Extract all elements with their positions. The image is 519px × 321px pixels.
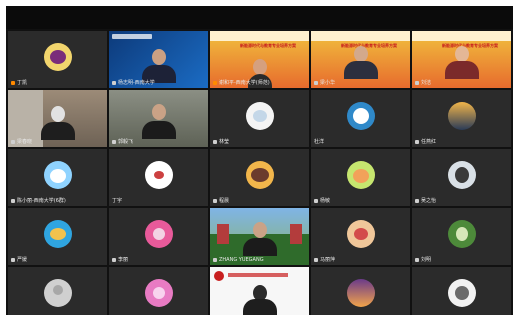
participant-avatar bbox=[144, 219, 173, 248]
participant-avatar bbox=[447, 219, 476, 248]
participant-name: 陈小丽-西南大学(6群) bbox=[11, 198, 66, 204]
participant-name: 刘洁 bbox=[415, 80, 431, 86]
participant-tile[interactable]: 杨志明-西南大学 bbox=[109, 31, 208, 88]
participant-avatar bbox=[346, 278, 375, 307]
participant-avatar bbox=[447, 278, 476, 307]
participant-tile[interactable] bbox=[109, 267, 208, 315]
participant-name: 杨敏 bbox=[314, 198, 330, 204]
mic-icon bbox=[314, 80, 318, 85]
participant-name: 郭毅飞 bbox=[112, 139, 133, 145]
participant-tile[interactable]: 陈小丽-西南大学(6群) bbox=[8, 149, 107, 206]
participant-name: 丁宇 bbox=[112, 198, 123, 204]
participant-avatar bbox=[447, 160, 476, 189]
participant-avatar bbox=[144, 278, 173, 307]
participant-tile[interactable]: 林莹 bbox=[210, 90, 309, 147]
mic-icon bbox=[314, 257, 318, 262]
participant-tile[interactable]: 丁宇 bbox=[109, 149, 208, 206]
mic-icon bbox=[112, 139, 116, 144]
mic-icon bbox=[415, 257, 419, 262]
participant-name: 丁凯 bbox=[11, 80, 27, 86]
mic-icon bbox=[415, 198, 419, 203]
mic-icon bbox=[213, 257, 217, 262]
participant-tile[interactable]: 杜洋 bbox=[311, 90, 410, 147]
mic-icon bbox=[112, 80, 116, 85]
participant-tile[interactable]: ZHANG YUEGANG bbox=[210, 208, 309, 265]
participant-tile[interactable] bbox=[412, 267, 511, 315]
top-toolbar bbox=[6, 6, 513, 29]
participant-tile[interactable]: 程晨 bbox=[210, 149, 309, 206]
participant-name: 梁小华 bbox=[314, 80, 335, 86]
participant-tile[interactable] bbox=[210, 267, 309, 315]
participant-grid: 丁凯 杨志明-西南大学 新能源时代与教育专业培养方案 谢和平-西南大学(师范) … bbox=[8, 31, 512, 315]
participant-avatar bbox=[346, 101, 375, 130]
mic-icon bbox=[213, 198, 217, 203]
participant-avatar bbox=[43, 278, 72, 307]
mic-icon bbox=[213, 80, 217, 85]
participant-name: 谢和平-西南大学(师范) bbox=[213, 80, 270, 86]
meeting-window: 丁凯 杨志明-西南大学 新能源时代与教育专业培养方案 谢和平-西南大学(师范) … bbox=[6, 6, 513, 315]
participant-avatar bbox=[144, 160, 173, 189]
mic-icon bbox=[415, 80, 419, 85]
participant-avatar bbox=[43, 219, 72, 248]
participant-avatar bbox=[245, 101, 274, 130]
participant-tile[interactable]: 新能源时代与教育专业培养方案 梁小华 bbox=[311, 31, 410, 88]
participant-tile[interactable]: 杨敏 bbox=[311, 149, 410, 206]
mic-icon bbox=[112, 257, 116, 262]
participant-avatar bbox=[43, 160, 72, 189]
participant-name: 程晨 bbox=[213, 198, 229, 204]
participant-name: 杜洋 bbox=[314, 139, 325, 145]
participant-tile[interactable]: 新能源时代与教育专业培养方案 谢和平-西南大学(师范) bbox=[210, 31, 309, 88]
participant-name: ZHANG YUEGANG bbox=[213, 257, 264, 263]
participant-name: 马丽萍 bbox=[314, 257, 335, 263]
banner-text: 新能源时代与教育专业培养方案 bbox=[240, 43, 296, 48]
participant-tile[interactable]: 郭毅飞 bbox=[109, 90, 208, 147]
participant-tile[interactable]: 吴之怡 bbox=[412, 149, 511, 206]
mic-icon bbox=[11, 80, 15, 85]
mic-icon bbox=[415, 139, 419, 144]
participant-avatar bbox=[346, 219, 375, 248]
participant-name: 梁春晓 bbox=[11, 139, 32, 145]
participant-tile[interactable] bbox=[311, 267, 410, 315]
mic-icon bbox=[11, 139, 15, 144]
participant-name: 吴之怡 bbox=[415, 198, 436, 204]
participant-tile[interactable]: 新能源时代与教育专业培养方案 刘洁 bbox=[412, 31, 511, 88]
participant-tile[interactable]: 严媛 bbox=[8, 208, 107, 265]
participant-avatar bbox=[346, 160, 375, 189]
mic-icon bbox=[11, 198, 15, 203]
participant-tile[interactable]: 丁凯 bbox=[8, 31, 107, 88]
mic-icon bbox=[213, 139, 217, 144]
participant-tile[interactable]: 李丽 bbox=[109, 208, 208, 265]
participant-name: 林莹 bbox=[213, 139, 229, 145]
participant-name: 刘明 bbox=[415, 257, 431, 263]
participant-name: 严媛 bbox=[11, 257, 27, 263]
participant-tile[interactable]: 梁春晓 bbox=[8, 90, 107, 147]
banner-text: 新能源时代与教育专业培养方案 bbox=[442, 43, 498, 48]
participant-tile[interactable]: 刘明 bbox=[412, 208, 511, 265]
participant-name: 杨志明-西南大学 bbox=[112, 80, 155, 86]
banner-text: 新能源时代与教育专业培养方案 bbox=[341, 43, 397, 48]
mic-icon bbox=[314, 198, 318, 203]
participant-avatar bbox=[447, 101, 476, 130]
participant-tile[interactable]: 马丽萍 bbox=[311, 208, 410, 265]
video-feed bbox=[210, 267, 309, 315]
participant-name: 任燕红 bbox=[415, 139, 436, 145]
participant-avatar bbox=[43, 42, 72, 71]
participant-avatar bbox=[245, 160, 274, 189]
participant-name: 李丽 bbox=[112, 257, 128, 263]
participant-tile[interactable] bbox=[8, 267, 107, 315]
mic-icon bbox=[11, 257, 15, 262]
participant-tile[interactable]: 任燕红 bbox=[412, 90, 511, 147]
